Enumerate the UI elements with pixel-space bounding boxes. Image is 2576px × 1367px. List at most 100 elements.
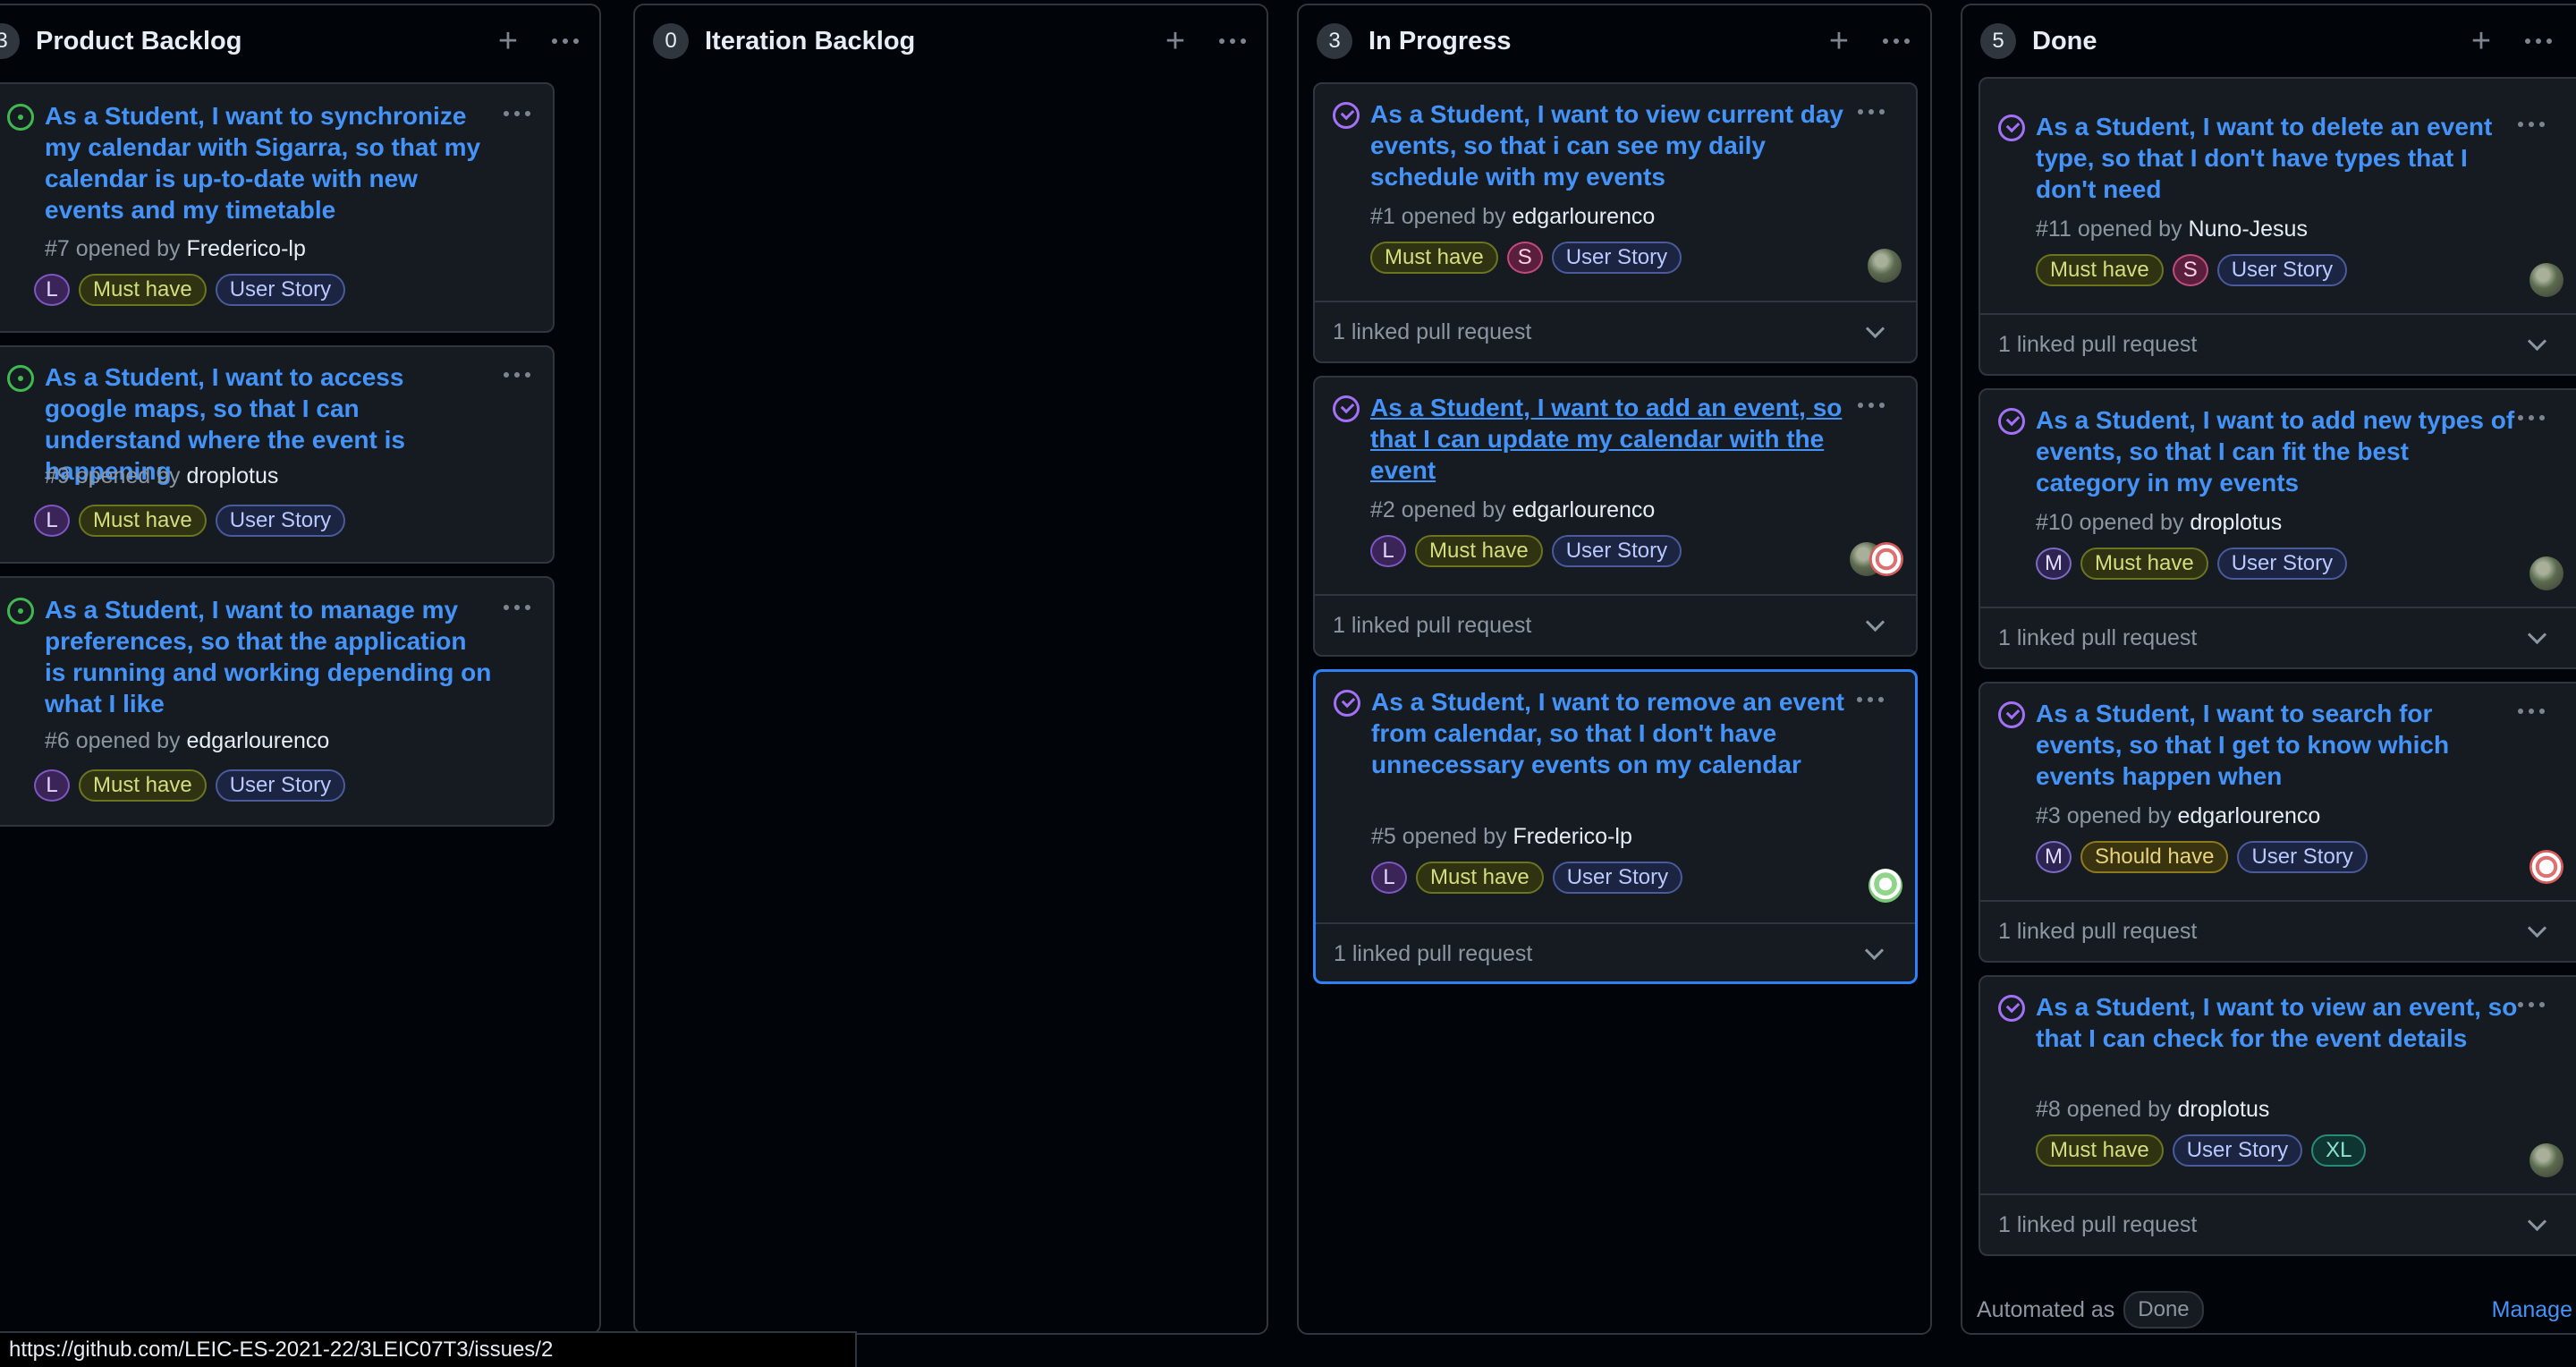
column-menu-icon[interactable] — [547, 23, 583, 59]
issue-author[interactable]: edgarlourenco — [1513, 204, 1656, 229]
label-type[interactable]: User Story — [2216, 548, 2348, 580]
linked-pr-row[interactable]: 1 linked pull request — [1980, 1195, 2576, 1254]
issue-title[interactable]: As a Student, I want to search for event… — [2036, 698, 2519, 792]
issue-title[interactable]: As a Student, I want to add an event, so… — [1370, 392, 1853, 486]
linked-pr-row[interactable]: 1 linked pull request — [1315, 302, 1916, 361]
issue-card-selected[interactable]: As a Student, I want to remove an event … — [1313, 669, 1918, 984]
issue-title[interactable]: As a Student, I want to delete an event … — [2036, 111, 2519, 205]
add-item-icon[interactable]: + — [1159, 23, 1191, 59]
manage-automation-link[interactable]: Manage — [2492, 1297, 2572, 1323]
chevron-down-icon[interactable] — [1865, 612, 1885, 633]
chevron-down-icon[interactable] — [1864, 940, 1885, 961]
issue-card[interactable]: As a Student, I want to view an event, s… — [1979, 975, 2576, 1256]
issue-card[interactable]: As a Student, I want to add an event, so… — [1313, 376, 1918, 657]
linked-pr-row[interactable]: 1 linked pull request — [1980, 315, 2576, 374]
issue-title[interactable]: As a Student, I want to add new types of… — [2036, 404, 2519, 498]
card-menu-icon[interactable] — [1852, 686, 1888, 713]
label-priority[interactable]: Must have — [1415, 535, 1543, 567]
label-size[interactable]: L — [34, 769, 70, 802]
label-type[interactable]: User Story — [215, 505, 346, 537]
label-priority[interactable]: Should have — [2080, 841, 2229, 873]
add-item-icon[interactable]: + — [2465, 23, 2497, 59]
card-menu-icon[interactable] — [2513, 404, 2549, 431]
label-priority[interactable]: Must have — [2036, 1134, 2164, 1167]
assignee-avatar[interactable] — [2529, 1143, 2563, 1177]
assignee-avatar[interactable] — [1868, 869, 1902, 903]
chevron-down-icon[interactable] — [2527, 624, 2547, 645]
label-type[interactable]: User Story — [215, 769, 346, 802]
add-item-icon[interactable]: + — [492, 23, 524, 59]
issue-title[interactable]: As a Student, I want to view an event, s… — [2036, 991, 2519, 1054]
issue-card[interactable]: As a Student, I want to add new types of… — [1979, 388, 2576, 669]
issue-card[interactable]: As a Student, I want to search for event… — [1979, 682, 2576, 963]
label-priority[interactable]: Must have — [79, 505, 207, 537]
issue-author[interactable]: edgarlourenco — [187, 728, 330, 753]
label-type[interactable]: User Story — [215, 274, 346, 306]
issue-author[interactable]: droplotus — [2178, 1097, 2270, 1122]
issue-title[interactable]: As a Student, I want to remove an event … — [1371, 686, 1854, 780]
issue-author[interactable]: droplotus — [187, 463, 279, 488]
label-size[interactable]: L — [34, 274, 70, 306]
label-type[interactable]: User Story — [2172, 1134, 2303, 1167]
issue-author[interactable]: edgarlourenco — [1513, 497, 1656, 522]
issue-card[interactable]: As a Student, I want to access google ma… — [0, 345, 555, 564]
card-menu-icon[interactable] — [499, 100, 535, 127]
label-priority[interactable]: Must have — [2080, 548, 2208, 580]
card-menu-icon[interactable] — [1853, 98, 1889, 125]
card-menu-icon[interactable] — [499, 361, 535, 388]
assignee-avatar[interactable] — [2529, 850, 2563, 884]
linked-pr-row[interactable]: 1 linked pull request — [1315, 596, 1916, 655]
card-menu-icon[interactable] — [499, 594, 535, 621]
chevron-down-icon[interactable] — [2527, 918, 2547, 938]
label-priority[interactable]: Must have — [1370, 242, 1498, 274]
label-size[interactable]: M — [2036, 548, 2072, 580]
label-size[interactable]: L — [34, 505, 70, 537]
linked-pr-row[interactable]: 1 linked pull request — [1980, 902, 2576, 961]
add-item-icon[interactable]: + — [1823, 23, 1855, 59]
linked-pr-row[interactable]: 1 linked pull request — [1316, 924, 1915, 983]
issue-title[interactable]: As a Student, I want to view current day… — [1370, 98, 1853, 192]
label-priority[interactable]: Must have — [79, 769, 207, 802]
issue-author[interactable]: edgarlourenco — [2178, 803, 2321, 828]
issue-author[interactable]: Frederico-lp — [187, 236, 306, 261]
label-size[interactable]: M — [2036, 841, 2072, 873]
card-menu-icon[interactable] — [1853, 392, 1889, 419]
issue-author[interactable]: Frederico-lp — [1513, 824, 1632, 849]
column-header: 5 Done + — [1962, 5, 2576, 77]
issue-card[interactable]: As a Student, I want to manage my prefer… — [0, 576, 555, 827]
linked-pr-row[interactable]: 1 linked pull request — [1980, 608, 2576, 667]
label-size[interactable]: S — [1506, 242, 1543, 274]
issue-card[interactable]: As a Student, I want to delete an event … — [1979, 77, 2576, 376]
column-menu-icon[interactable] — [2521, 23, 2556, 59]
issue-card[interactable]: As a Student, I want to synchronize my c… — [0, 82, 555, 333]
assignee-avatar[interactable] — [2529, 556, 2563, 590]
label-type[interactable]: User Story — [2237, 841, 2368, 873]
label-priority[interactable]: Must have — [79, 274, 207, 306]
chevron-down-icon[interactable] — [2527, 331, 2547, 352]
issue-author[interactable]: droplotus — [2190, 510, 2282, 535]
assignee-avatar[interactable] — [1869, 542, 1903, 576]
label-size[interactable]: L — [1370, 535, 1406, 567]
column-menu-icon[interactable] — [1215, 23, 1250, 59]
assignee-avatar[interactable] — [2529, 263, 2563, 297]
issue-author[interactable]: Nuno-Jesus — [2189, 217, 2308, 242]
card-menu-icon[interactable] — [2513, 698, 2549, 725]
column-menu-icon[interactable] — [1878, 23, 1914, 59]
chevron-down-icon[interactable] — [2527, 1211, 2547, 1232]
label-type[interactable]: User Story — [1552, 862, 1683, 894]
label-size[interactable]: XL — [2311, 1134, 2367, 1167]
issue-title[interactable]: As a Student, I want to manage my prefer… — [45, 594, 492, 719]
label-type[interactable]: User Story — [1551, 535, 1682, 567]
card-menu-icon[interactable] — [2513, 991, 2549, 1018]
label-size[interactable]: S — [2172, 254, 2208, 286]
label-size[interactable]: L — [1371, 862, 1407, 894]
label-type[interactable]: User Story — [2216, 254, 2348, 286]
label-type[interactable]: User Story — [1551, 242, 1682, 274]
issue-title[interactable]: As a Student, I want to synchronize my c… — [45, 100, 492, 225]
card-menu-icon[interactable] — [2513, 111, 2549, 138]
chevron-down-icon[interactable] — [1865, 318, 1885, 339]
label-priority[interactable]: Must have — [1416, 862, 1544, 894]
issue-card[interactable]: As a Student, I want to view current day… — [1313, 82, 1918, 363]
assignee-avatar[interactable] — [1868, 249, 1902, 283]
label-priority[interactable]: Must have — [2036, 254, 2164, 286]
